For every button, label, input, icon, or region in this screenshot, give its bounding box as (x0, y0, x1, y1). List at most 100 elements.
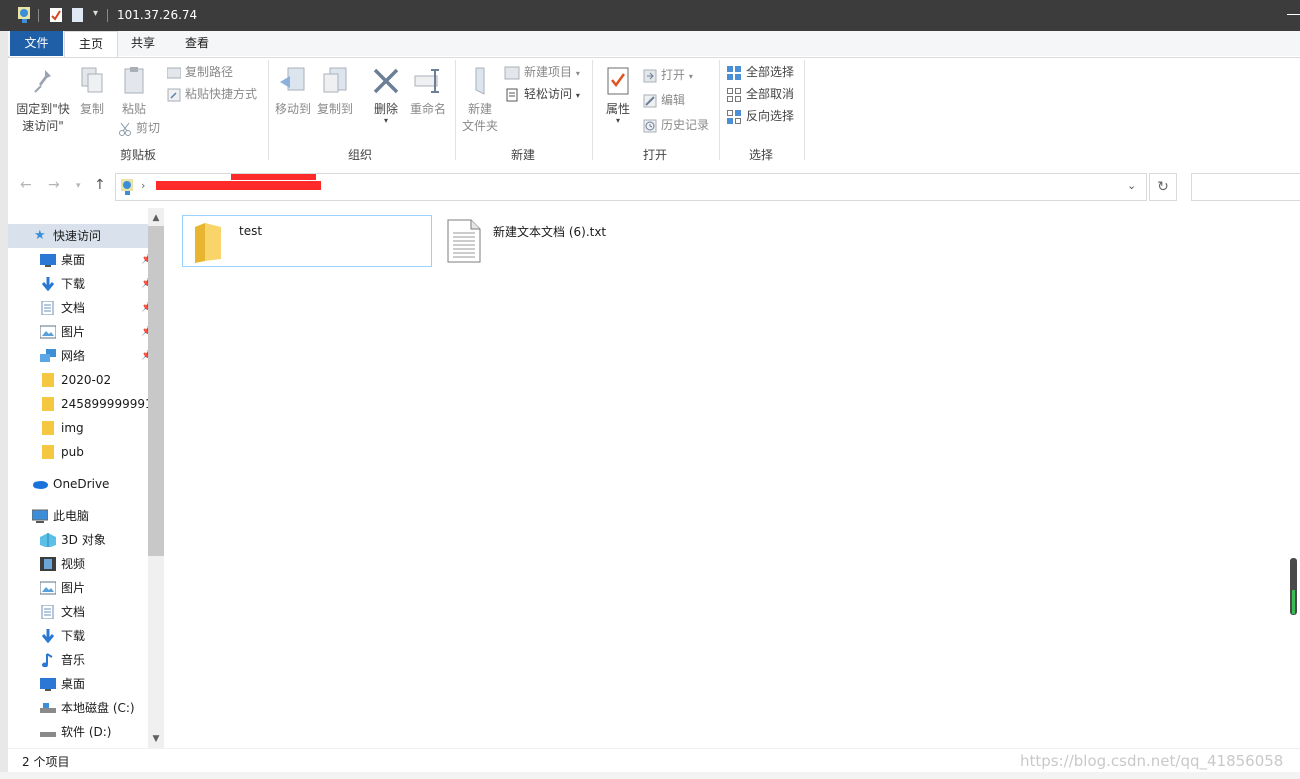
delete-button[interactable]: 删除 ▾ (366, 66, 406, 125)
edit-button[interactable]: 编辑 (643, 90, 685, 110)
organize-group-label: 组织 (347, 148, 372, 162)
pin-icon: 📌 (141, 254, 148, 265)
document-icon (41, 605, 54, 619)
title-bar: ▾ 101.37.26.74 (0, 0, 1300, 31)
nav-pc-desktop[interactable]: 桌面 (8, 672, 148, 696)
select-group-label: 选择 (748, 148, 773, 162)
network-drive-icon (18, 7, 30, 23)
tab-home[interactable]: 主页 (64, 31, 118, 58)
nav-item-downloads[interactable]: 下载 📌 (8, 272, 148, 296)
properties-button[interactable]: 属性 ▾ (600, 66, 636, 125)
clipboard-group-label: 剪贴板 (119, 148, 156, 162)
document-icon (41, 301, 54, 315)
nav-pc-3d-objects[interactable]: 3D 对象 (8, 528, 148, 552)
forward-arrow-icon[interactable]: → (48, 177, 60, 193)
new-group-label: 新建 (510, 148, 535, 162)
invert-selection-button[interactable]: 反向选择 (726, 106, 794, 126)
nav-scrollbar-thumb[interactable] (148, 226, 164, 556)
address-dropdown-icon[interactable]: ⌄ (1127, 179, 1136, 192)
drive-icon (40, 732, 56, 737)
paste-button[interactable]: 粘贴 (116, 66, 152, 118)
history-icon (643, 119, 657, 132)
computer-icon (32, 509, 48, 523)
nav-pc-drive-d[interactable]: 软件 (D:) (8, 720, 148, 744)
nav-pc-music[interactable]: 音乐 (8, 648, 148, 672)
desktop-icon (40, 254, 56, 267)
pin-label-line1: 固定到"快 (16, 102, 70, 116)
customize-quick-access-icon[interactable]: ▾ (93, 8, 98, 19)
pin-label-line2: 速访问" (22, 119, 64, 133)
recent-locations-icon[interactable]: ▾ (76, 181, 81, 191)
nav-onedrive[interactable]: OneDrive (8, 472, 148, 496)
history-button[interactable]: 历史记录 (643, 115, 709, 135)
scroll-down-icon[interactable]: ▼ (148, 731, 164, 747)
file-item-folder[interactable]: test (182, 215, 432, 267)
delete-dropdown-icon[interactable]: ▾ (366, 117, 406, 125)
new-item-dropdown-icon[interactable]: ▾ (576, 69, 580, 78)
paste-shortcut-button[interactable]: 粘贴快捷方式 (167, 84, 257, 104)
scroll-up-icon[interactable]: ▲ (148, 210, 164, 226)
nav-item-folder-img[interactable]: img (8, 416, 148, 440)
desktop-icon (40, 678, 56, 691)
easy-access-button[interactable]: 轻松访问 ▾ (504, 84, 580, 104)
new-folder-button[interactable]: 新建 文件夹 (460, 66, 500, 135)
tab-share[interactable]: 共享 (118, 31, 168, 56)
breadcrumb-separator-icon[interactable]: › (141, 179, 145, 192)
refresh-icon[interactable]: ↻ (1149, 173, 1177, 201)
cut-button[interactable]: 剪切 (118, 118, 160, 138)
rename-button[interactable]: 重命名 (408, 66, 448, 118)
select-all-button[interactable]: 全部选择 (726, 62, 794, 82)
copy-to-button[interactable]: 复制到 (316, 66, 354, 118)
nav-item-desktop[interactable]: 桌面 📌 (8, 248, 148, 272)
nav-item-folder-2020-02[interactable]: 2020-02 (8, 368, 148, 392)
nav-item-documents[interactable]: 文档 📌 (8, 296, 148, 320)
nav-pc-videos[interactable]: 视频 (8, 552, 148, 576)
select-all-icon (727, 65, 741, 80)
pin-quick-access-button[interactable]: 固定到"快 速访问" (14, 66, 72, 135)
copy-path-button[interactable]: 复制路径 (167, 62, 233, 82)
copy-path-icon (167, 67, 181, 78)
video-icon (40, 557, 56, 571)
item-count: 2 个项目 (22, 755, 70, 769)
tab-view[interactable]: 查看 (172, 31, 222, 56)
invert-selection-icon (727, 109, 741, 124)
nav-this-pc[interactable]: 此电脑 (8, 504, 148, 528)
folder-icon (42, 445, 54, 459)
up-arrow-icon[interactable]: ↑ (94, 177, 106, 193)
new-item-button[interactable]: 新建项目 ▾ (504, 62, 580, 82)
easy-access-icon (506, 88, 518, 101)
tab-file[interactable]: 文件 (10, 31, 63, 56)
rename-icon (414, 69, 439, 93)
open-button[interactable]: 打开 ▾ (643, 65, 693, 85)
paste-icon (124, 67, 144, 94)
select-none-button[interactable]: 全部取消 (726, 84, 794, 104)
scissors-icon (119, 122, 131, 136)
watermark: https://blog.csdn.net/qq_41856058 (1020, 752, 1284, 770)
properties-dropdown-icon[interactable]: ▾ (600, 117, 636, 125)
nav-pc-pictures[interactable]: 图片 (8, 576, 148, 600)
nav-item-pictures[interactable]: 图片 📌 (8, 320, 148, 344)
pin-icon: 📌 (141, 350, 148, 361)
new-item-icon (504, 66, 520, 79)
easy-access-dropdown-icon[interactable]: ▾ (576, 91, 580, 100)
move-to-button[interactable]: 移动到 (274, 66, 312, 118)
folder-icon (42, 373, 54, 387)
search-input[interactable] (1191, 173, 1300, 201)
copy-button[interactable]: 复制 (76, 66, 108, 118)
nav-pc-documents[interactable]: 文档 (8, 600, 148, 624)
nav-item-network[interactable]: 网络 📌 (8, 344, 148, 368)
nav-item-folder-pub[interactable]: pub (8, 440, 148, 464)
open-dropdown-icon[interactable]: ▾ (689, 72, 693, 81)
nav-item-folder-2458999999910[interactable]: 2458999999910 (8, 392, 148, 416)
download-icon (41, 277, 55, 291)
address-bar[interactable]: › ⌄ (115, 173, 1147, 201)
minimize-icon[interactable] (1287, 14, 1300, 15)
new-folder-icon (475, 67, 485, 95)
file-item-text-file[interactable]: 新建文本文档 (6).txt (442, 215, 692, 267)
nav-quick-access[interactable]: ★ 快速访问 (8, 224, 148, 248)
properties-quick-icon[interactable] (50, 8, 62, 22)
nav-pc-drive-c[interactable]: 本地磁盘 (C:) (8, 696, 148, 720)
back-arrow-icon[interactable]: ← (20, 177, 32, 193)
nav-pc-downloads[interactable]: 下载 (8, 624, 148, 648)
new-file-quick-icon[interactable] (72, 8, 84, 22)
